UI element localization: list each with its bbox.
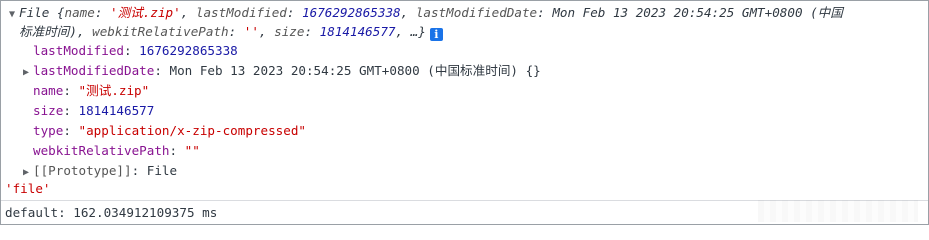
property-row-webkitRelativePath[interactable]: webkitRelativePath: "" xyxy=(33,141,200,161)
property-row-lastModified[interactable]: lastModified: 1676292865338 xyxy=(33,41,238,61)
console-timer-message[interactable]: default: 162.034912109375 ms xyxy=(5,203,217,223)
property-row-lastModifiedDate[interactable]: ▶ lastModifiedDate: Mon Feb 13 2023 20:54… xyxy=(19,61,541,81)
devtools-console: ▼ File {name: '测试.zip', lastModified: 167… xyxy=(0,0,929,225)
property-row-prototype[interactable]: ▶ [[Prototype]]: File xyxy=(19,161,177,181)
console-log-string[interactable]: 'file' xyxy=(5,179,51,199)
watermark xyxy=(758,200,918,222)
info-icon[interactable]: i xyxy=(429,28,443,41)
expand-toggle-icon[interactable]: ▼ xyxy=(5,5,19,25)
property-row-size[interactable]: size: 1814146577 xyxy=(33,101,154,121)
object-type-name: File xyxy=(19,5,50,20)
file-object-summary-line1[interactable]: ▼ File {name: '测试.zip', lastModified: 167… xyxy=(5,3,843,23)
expand-toggle-icon[interactable]: ▶ xyxy=(19,63,33,83)
property-row-type[interactable]: type: "application/x-zip-compressed" xyxy=(33,121,306,141)
property-row-name[interactable]: name: "测试.zip" xyxy=(33,81,149,101)
file-object-summary-line2: 标准时间), webkitRelativePath: '', size: 181… xyxy=(19,22,443,42)
